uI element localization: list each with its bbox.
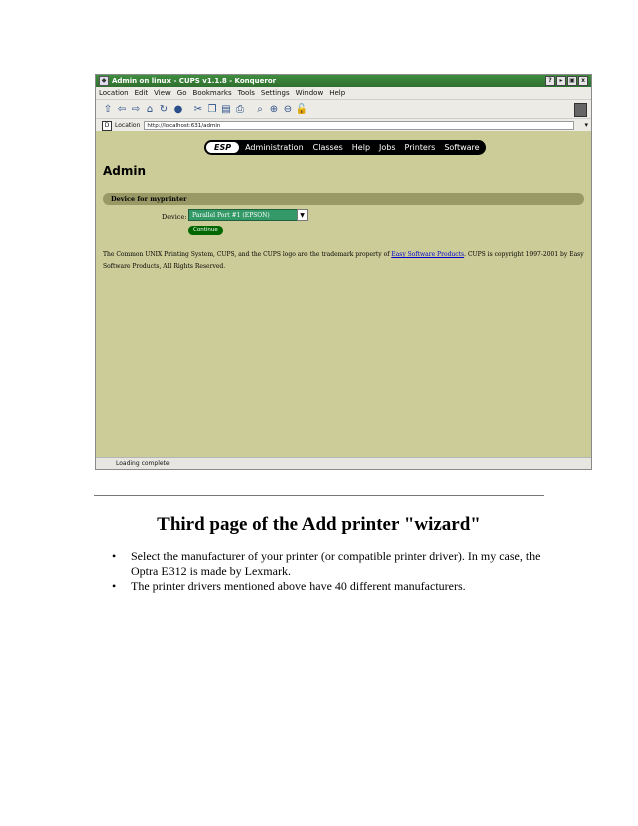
app-icon: ◆: [99, 76, 109, 86]
paste-icon[interactable]: ▤: [220, 103, 232, 115]
copyright-text: The Common UNIX Printing System, CUPS, a…: [103, 249, 586, 273]
menu-bookmarks[interactable]: Bookmarks: [193, 89, 232, 97]
menu-settings[interactable]: Settings: [261, 89, 290, 97]
toolbar: ⇧ ⇦ ⇨ ⌂ ↻ ● ✂ ❐ ▤ ⎙ ⌕ ⊕ ⊖ 🔓: [96, 100, 591, 119]
nav-administration[interactable]: Administration: [245, 143, 304, 152]
menu-tools[interactable]: Tools: [238, 89, 255, 97]
forward-icon[interactable]: ⇨: [130, 103, 142, 115]
nav-classes[interactable]: Classes: [313, 143, 343, 152]
menu-window[interactable]: Window: [296, 89, 324, 97]
menu-view[interactable]: View: [154, 89, 171, 97]
divider: [94, 495, 544, 496]
menu-go[interactable]: Go: [177, 89, 187, 97]
help-window-button[interactable]: ?: [545, 76, 555, 86]
cups-nav-bar: ESP Administration Classes Help Jobs Pri…: [204, 140, 486, 155]
throbber-icon: [574, 103, 587, 117]
menu-bar: Location Edit View Go Bookmarks Tools Se…: [96, 87, 591, 100]
chevron-down-icon[interactable]: ▾: [584, 121, 588, 129]
location-label: Location: [115, 122, 141, 129]
minimize-window-button[interactable]: ▸: [556, 76, 566, 86]
up-icon[interactable]: ⇧: [102, 103, 114, 115]
cut-icon[interactable]: ✂: [192, 103, 204, 115]
zoom-in-icon[interactable]: ⊕: [268, 103, 280, 115]
copy-icon[interactable]: ❐: [206, 103, 218, 115]
list-item: • The printer drivers mentioned above hav…: [112, 579, 466, 593]
menu-help[interactable]: Help: [329, 89, 345, 97]
footer-text-start: The Common UNIX Printing System, CUPS, a…: [103, 251, 392, 258]
document-heading: Third page of the Add printer "wizard": [157, 514, 481, 535]
continue-button[interactable]: Continue: [188, 226, 223, 235]
section-header: Device for myprinter: [103, 193, 584, 205]
device-label: Device:: [162, 213, 187, 221]
home-icon[interactable]: ⌂: [144, 103, 156, 115]
find-icon[interactable]: ⌕: [254, 103, 266, 115]
nav-printers[interactable]: Printers: [405, 143, 436, 152]
page-content: ESP Administration Classes Help Jobs Pri…: [96, 131, 591, 459]
maximize-window-button[interactable]: ▣: [567, 76, 577, 86]
device-select[interactable]: Parallel Port #1 (EPSON): [188, 209, 300, 221]
menu-location[interactable]: Location: [99, 89, 129, 97]
print-icon[interactable]: ⎙: [234, 103, 246, 115]
nav-jobs[interactable]: Jobs: [379, 143, 396, 152]
page-title: Admin: [103, 164, 147, 178]
location-icon: D: [102, 120, 112, 131]
browser-window: ◆ Admin on linux - CUPS v1.1.8 - Konquer…: [95, 74, 592, 470]
nav-help[interactable]: Help: [352, 143, 370, 152]
bullet-icon: •: [112, 549, 117, 563]
reload-icon[interactable]: ↻: [158, 103, 170, 115]
close-window-button[interactable]: x: [578, 76, 588, 86]
menu-edit[interactable]: Edit: [135, 89, 149, 97]
nav-esp[interactable]: ESP: [206, 142, 240, 153]
window-title: Admin on linux - CUPS v1.1.8 - Konqueror: [112, 77, 277, 85]
easy-software-link[interactable]: Easy Software Products: [391, 251, 464, 258]
url-input[interactable]: http://localhost:631/admin: [144, 121, 575, 130]
zoom-out-icon[interactable]: ⊖: [282, 103, 294, 115]
list-item: • Select the manufacturer of your printer…: [112, 549, 541, 578]
back-icon[interactable]: ⇦: [116, 103, 128, 115]
bullet-icon: •: [112, 579, 117, 593]
status-bar: Loading complete: [96, 457, 591, 469]
title-bar: ◆ Admin on linux - CUPS v1.1.8 - Konquer…: [96, 75, 591, 87]
bullet-list: • Select the manufacturer of your printer…: [112, 549, 552, 594]
lock-icon[interactable]: 🔓: [296, 103, 308, 115]
chevron-down-icon[interactable]: ▼: [297, 209, 308, 221]
nav-software[interactable]: Software: [444, 143, 479, 152]
stop-icon[interactable]: ●: [172, 103, 184, 115]
